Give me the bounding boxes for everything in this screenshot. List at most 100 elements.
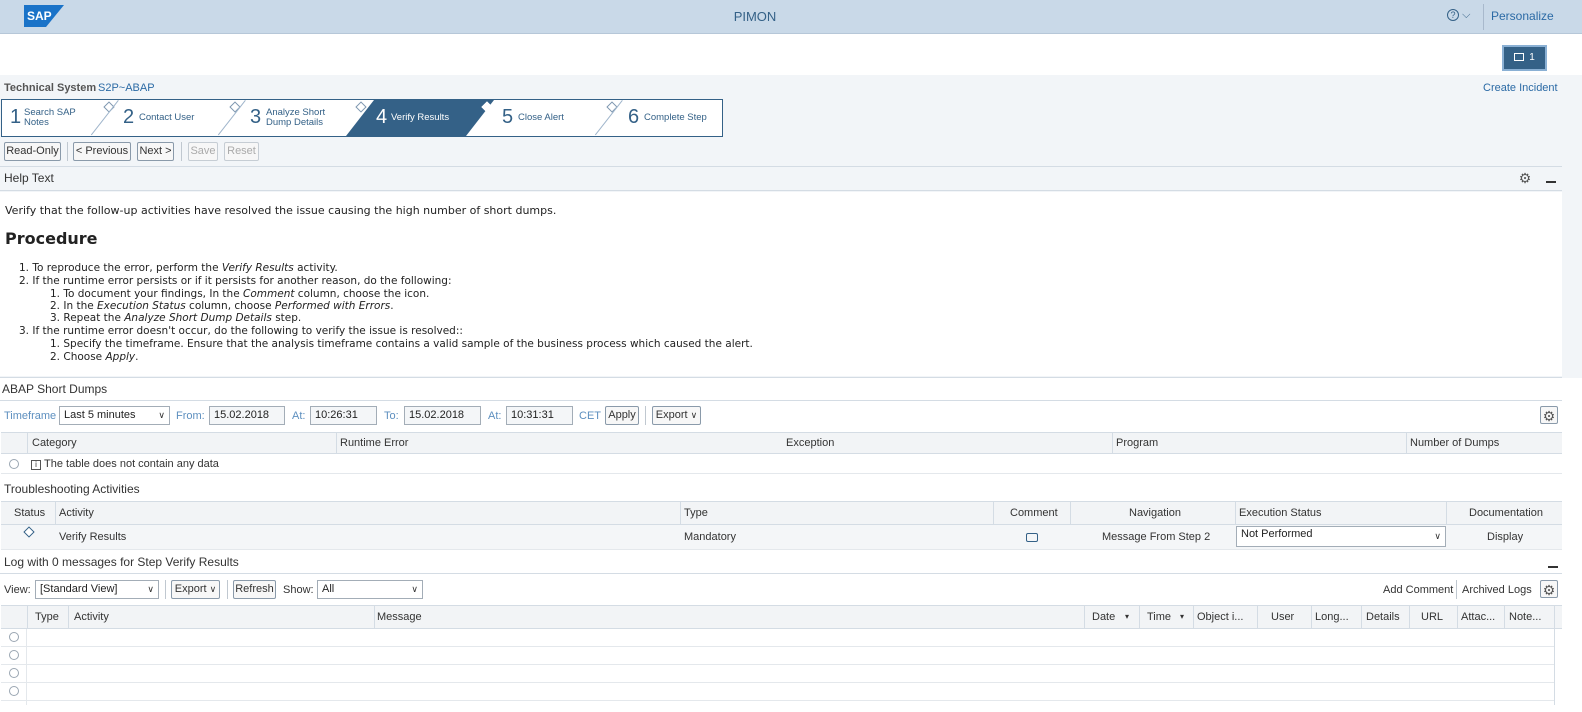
read-only-button[interactable]: Read-Only: [4, 142, 61, 161]
column-header[interactable]: Number of Dumps: [1410, 437, 1499, 449]
step-label: Contact User: [139, 112, 195, 123]
column-header[interactable]: Attac...: [1461, 611, 1495, 623]
minimize-icon[interactable]: [1546, 181, 1556, 183]
help-menu[interactable]: ? ⌵: [1447, 9, 1475, 25]
column-header[interactable]: Details: [1366, 611, 1400, 623]
table-row[interactable]: Verify Results Mandatory Message From St…: [1, 525, 1562, 550]
column-separator: [1112, 433, 1113, 453]
column-header[interactable]: Message: [377, 611, 422, 623]
table-right-border: [1554, 605, 1555, 705]
row-selector[interactable]: [9, 459, 19, 469]
sort-icon[interactable]: ▾: [1125, 612, 1129, 621]
step-label: Complete Step: [644, 112, 707, 123]
column-header[interactable]: Execution Status: [1239, 507, 1322, 519]
column-header[interactable]: Program: [1116, 437, 1158, 449]
column-header[interactable]: Long...: [1315, 611, 1349, 623]
log-settings-gear-icon[interactable]: ⚙: [1540, 580, 1558, 598]
procedure-step: 2. If the runtime error persists or if i…: [19, 275, 452, 287]
chevron-down-icon: ∨: [411, 584, 418, 594]
personalize-link[interactable]: Personalize: [1491, 9, 1554, 23]
shell-separator: [1483, 4, 1484, 30]
execution-status-select[interactable]: Not Performed ∨: [1236, 526, 1446, 547]
view-select[interactable]: [Standard View] ∨: [35, 580, 159, 599]
shell-bar: SAP PIMON ? ⌵ Personalize: [0, 0, 1582, 34]
column-header[interactable]: Activity: [74, 611, 109, 623]
roadmap-step-1[interactable]: 1 Search SAP Notes: [2, 100, 112, 136]
toolbar-separator: [181, 142, 182, 161]
help-intro-text: Verify that the follow-up activities hav…: [5, 204, 557, 217]
next-button[interactable]: Next >: [137, 142, 174, 161]
timezone-label: CET: [579, 410, 601, 422]
column-header[interactable]: Runtime Error: [340, 437, 408, 449]
add-comment-link[interactable]: Add Comment: [1383, 584, 1453, 596]
roadmap-step-2[interactable]: 2 Contact User: [117, 100, 237, 136]
column-header[interactable]: Object i...: [1197, 611, 1243, 623]
refresh-button[interactable]: Refresh: [233, 580, 276, 599]
previous-button[interactable]: < Previous: [73, 142, 131, 161]
comment-icon[interactable]: [1026, 533, 1038, 542]
procedure-step: 3. If the runtime error doesn't occur, d…: [19, 325, 463, 337]
roadmap-step-4[interactable]: 4 Verify Results: [368, 100, 488, 136]
column-header[interactable]: Exception: [786, 437, 834, 449]
column-header[interactable]: Type: [684, 507, 708, 519]
create-incident-link[interactable]: Create Incident: [1483, 82, 1558, 94]
column-separator: [993, 502, 994, 524]
from-label: From:: [176, 410, 205, 422]
roadmap-step-6[interactable]: 6 Complete Step: [620, 100, 722, 136]
documentation-link[interactable]: Display: [1487, 531, 1523, 543]
column-header[interactable]: User: [1271, 611, 1294, 623]
row-selector[interactable]: [9, 686, 19, 696]
notifications-button[interactable]: 1: [1502, 45, 1547, 71]
roadmap-step-3[interactable]: 3 Analyze Short Dump Details: [244, 100, 364, 136]
divider: [0, 400, 1562, 401]
chevron-down-icon: ∨: [209, 584, 217, 594]
column-header[interactable]: Time: [1147, 611, 1171, 623]
column-header[interactable]: Type: [35, 611, 59, 623]
column-header[interactable]: URL: [1421, 611, 1443, 623]
minimize-icon[interactable]: [1548, 566, 1558, 568]
row-selector[interactable]: [9, 632, 19, 642]
column-header[interactable]: Status: [14, 507, 45, 519]
apply-button[interactable]: Apply: [605, 406, 639, 425]
table-row: i The table does not contain any data: [1, 454, 1562, 474]
chevron-down-icon: ∨: [690, 410, 698, 420]
procedure-heading: Procedure: [5, 229, 98, 248]
to-time-field[interactable]: 10:31:31: [506, 406, 573, 425]
column-separator: [1257, 606, 1258, 628]
column-header[interactable]: Comment: [1010, 507, 1058, 519]
reset-button[interactable]: Reset: [224, 142, 259, 161]
technical-system-value[interactable]: S2P~ABAP: [98, 82, 155, 94]
table-settings-gear-icon[interactable]: ⚙: [1540, 406, 1558, 424]
column-header[interactable]: Category: [32, 437, 77, 449]
chevron-down-icon: ⌵: [1462, 9, 1471, 21]
save-button[interactable]: Save: [188, 142, 218, 161]
row-selector[interactable]: [9, 668, 19, 678]
info-icon: i: [31, 460, 41, 470]
column-header[interactable]: Note...: [1509, 611, 1541, 623]
column-separator: [1409, 606, 1410, 628]
column-header[interactable]: Activity: [59, 507, 94, 519]
toolbar-separator: [1456, 580, 1457, 599]
column-separator: [1235, 502, 1236, 524]
column-header[interactable]: Documentation: [1469, 507, 1543, 519]
column-separator: [336, 433, 337, 453]
roadmap-step-5[interactable]: 5 Close Alert: [494, 100, 614, 136]
show-select[interactable]: All ∨: [317, 580, 423, 599]
to-label: To:: [384, 410, 399, 422]
timeframe-select[interactable]: Last 5 minutes ∨: [59, 406, 170, 425]
log-export-button[interactable]: Export ∨: [171, 580, 220, 599]
from-time-field[interactable]: 10:26:31: [310, 406, 377, 425]
to-date-field[interactable]: 15.02.2018: [404, 406, 481, 425]
table-row: [1, 665, 1554, 683]
status-diamond-icon: [23, 526, 35, 538]
export-button[interactable]: Export ∨: [652, 406, 701, 425]
column-header[interactable]: Date: [1092, 611, 1115, 623]
sort-icon[interactable]: ▾: [1180, 612, 1184, 621]
gear-icon[interactable]: ⚙: [1516, 169, 1534, 187]
from-date-field[interactable]: 15.02.2018: [209, 406, 285, 425]
column-header[interactable]: Navigation: [1129, 507, 1181, 519]
archived-logs-link[interactable]: Archived Logs: [1462, 584, 1532, 596]
column-separator: [55, 502, 56, 524]
row-selector[interactable]: [9, 650, 19, 660]
navigation-link[interactable]: Message From Step 2: [1102, 531, 1210, 543]
